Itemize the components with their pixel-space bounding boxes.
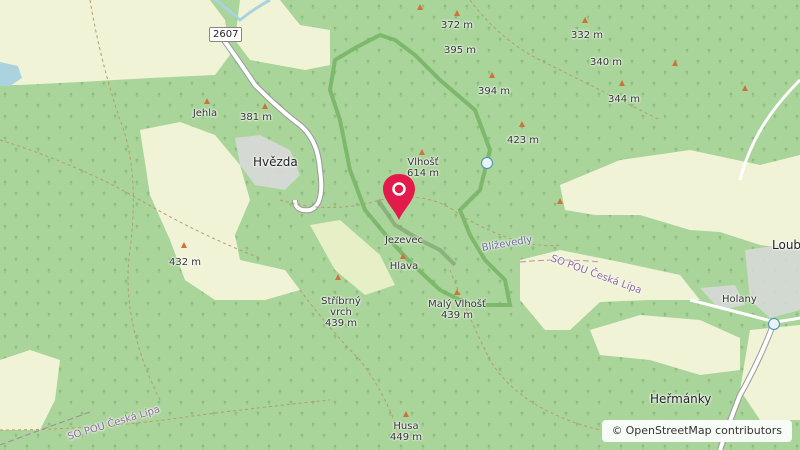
place-label-hermanky: Heřmánky xyxy=(650,392,712,406)
peak-label-344: 344 m xyxy=(607,94,641,105)
peak-label-340: 340 m xyxy=(589,57,623,68)
peak-label-hlava: Hlava xyxy=(389,261,419,272)
spring-icon xyxy=(481,157,493,169)
bus-stop-icon xyxy=(768,318,780,330)
meadow-northwest xyxy=(0,0,230,85)
map-base-layer xyxy=(0,0,800,450)
peak-icon xyxy=(454,10,460,16)
peak-label-381: 381 m xyxy=(239,112,273,123)
peak-icon xyxy=(262,103,268,109)
map-attribution[interactable]: © OpenStreetMap contributors xyxy=(601,420,792,442)
road-shield-2607: 2607 xyxy=(209,27,243,42)
peak-icon xyxy=(204,98,210,104)
peak-icon xyxy=(489,72,495,78)
peak-icon xyxy=(742,85,748,91)
attribution-text[interactable]: OpenStreetMap contributors xyxy=(626,424,782,437)
peak-icon xyxy=(417,4,423,10)
peak-label-432: 432 m xyxy=(168,257,202,268)
peak-icon xyxy=(454,289,460,295)
peak-label-stribrny-vrch: Stříbrný vrch 439 m xyxy=(321,296,361,329)
peak-icon xyxy=(582,17,588,23)
peak-icon xyxy=(403,411,409,417)
place-label-loubi: Loubí xyxy=(772,238,800,252)
peak-icon xyxy=(672,60,678,66)
peak-icon xyxy=(400,253,406,259)
peak-label-394: 394 m xyxy=(477,86,511,97)
peak-label-husa: Husa 449 m xyxy=(389,421,423,443)
peak-icon xyxy=(419,149,425,155)
place-label-hvezda: Hvězda xyxy=(253,155,298,169)
peak-icon xyxy=(181,242,187,248)
peak-label-423: 423 m xyxy=(506,135,540,146)
peak-icon xyxy=(557,198,563,204)
peak-label-372: 372 m xyxy=(440,20,474,31)
location-pin-icon[interactable] xyxy=(381,172,417,222)
peak-icon xyxy=(519,121,525,127)
copyright-symbol: © xyxy=(611,424,623,437)
peak-label-jezevec: Jezevec xyxy=(384,235,424,246)
peak-icon xyxy=(335,274,341,280)
peak-icon xyxy=(619,80,625,86)
peak-label-jehla: Jehla xyxy=(192,108,218,119)
place-label-holany: Holany xyxy=(722,294,757,305)
peak-label-maly-vlhost: Malý Vlhošť 439 m xyxy=(428,299,486,321)
map-view[interactable]: 2607 Jehla 381 m Vlhošť 614 m Jezevec Hla… xyxy=(0,0,800,450)
peak-label-332: 332 m xyxy=(570,30,604,41)
peak-label-395: 395 m xyxy=(443,45,477,56)
